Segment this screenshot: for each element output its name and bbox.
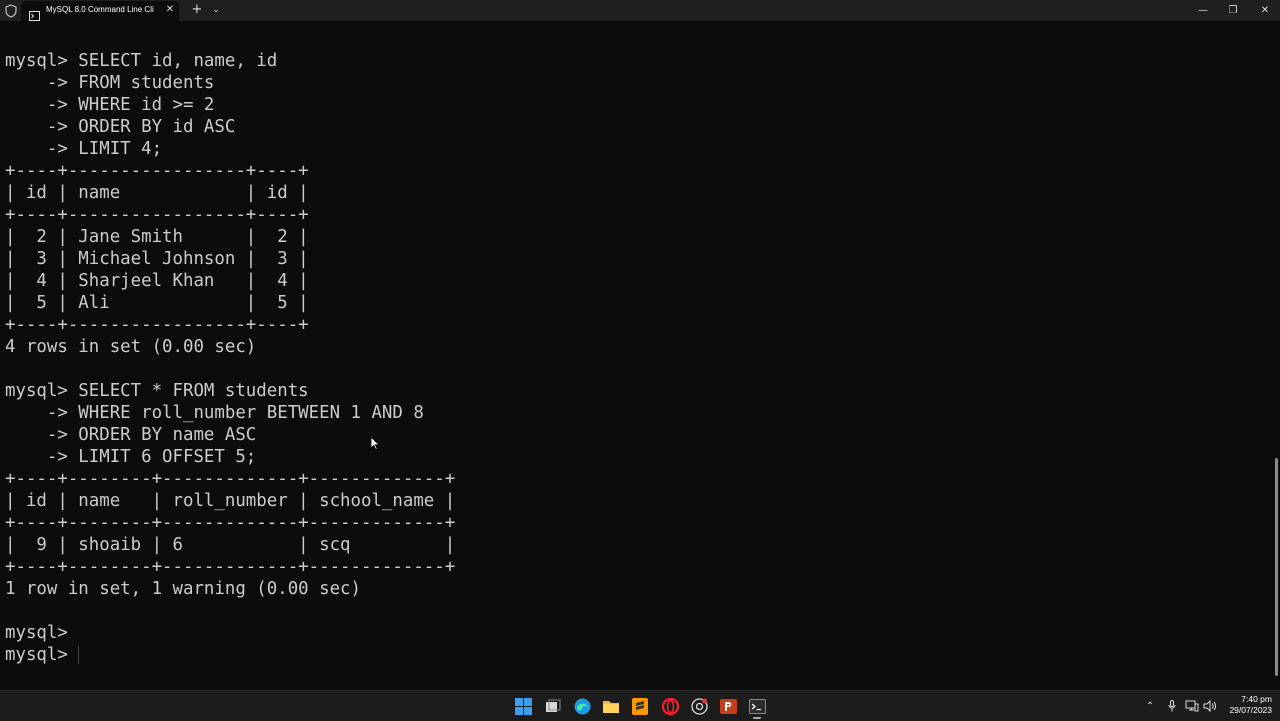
opera-button[interactable] [660,696,680,716]
table-border: +----+-----------------+----+ [5,315,309,335]
table-header: | id | name | roll_number | school_name … [5,491,456,511]
powerpoint-button[interactable] [718,696,738,716]
title-bar: MySQL 8.0 Command Line Cli ✕ + ⌄ — ❐ ✕ [0,0,1280,21]
console-line: -> WHERE roll_number BETWEEN 1 AND 8 [5,403,424,423]
console-line: -> ORDER BY id ASC [5,117,236,137]
table-border: +----+-----------------+----+ [5,161,309,181]
file-explorer-button[interactable] [601,696,621,716]
shield-icon[interactable] [4,3,18,18]
result-summary: 4 rows in set (0.00 sec) [5,337,257,357]
start-button[interactable] [513,696,533,716]
tab-title: MySQL 8.0 Command Line Cli [46,5,154,14]
console-line: -> LIMIT 6 OFFSET 5; [5,447,257,467]
table-row: | 9 | shoaib | 6 | scq | [5,535,456,555]
close-window-button[interactable]: ✕ [1250,0,1280,21]
sublime-icon [632,697,648,715]
tab-mysql-cli[interactable]: MySQL 8.0 Command Line Cli ✕ [21,1,179,21]
opera-icon [661,697,679,715]
task-view-icon [545,699,562,714]
clock[interactable]: 7:40 pm 29/07/2023 [1222,694,1272,718]
result-summary: 1 row in set, 1 warning (0.00 sec) [5,579,361,599]
console-line: mysql> SELECT * FROM students [5,381,309,401]
console-line: -> FROM students [5,73,215,93]
mouse-pointer-icon [370,435,380,450]
active-app-indicator [753,717,761,719]
console-line: -> ORDER BY name ASC [5,425,257,445]
table-border: +----+--------+-------------+-----------… [5,557,456,577]
terminal-icon [748,698,766,714]
new-tab-button[interactable]: + [190,2,204,18]
network-icon[interactable] [1185,699,1199,713]
console-line: -> LIMIT 4; [5,139,163,159]
microphone-icon[interactable] [1165,699,1179,713]
sublime-text-button[interactable] [630,696,650,716]
prompt-line: mysql> [5,623,68,643]
table-row: | 3 | Michael Johnson | 3 | [5,249,309,269]
table-row: | 5 | Ali | 5 | [5,293,309,313]
powerpoint-icon [719,698,737,715]
speaker-icon[interactable] [1203,699,1217,713]
active-prompt-line[interactable]: mysql> [5,644,1265,666]
table-row: | 2 | Jane Smith | 2 | [5,227,309,247]
chrome-icon [690,697,708,715]
close-tab-icon[interactable]: ✕ [164,4,176,16]
console-output[interactable]: mysql> SELECT id, name, id -> FROM stude… [5,50,1265,690]
clock-time: 7:40 pm [1241,694,1272,704]
maximize-button[interactable]: ❐ [1218,0,1248,21]
table-border: +----+-----------------+----+ [5,205,309,225]
table-border: +----+--------+-------------+-----------… [5,469,456,489]
scrollbar-thumb[interactable] [1275,458,1278,676]
windows-logo-icon [514,697,532,715]
text-cursor [78,646,80,664]
console-line: mysql> SELECT id, name, id [5,51,278,71]
taskbar: ⌃ 7:40 pm 29/07/2023 [0,690,1280,721]
table-header: | id | name | id | [5,183,309,203]
console-line: -> WHERE id >= 2 [5,95,215,115]
minimize-button[interactable]: — [1188,0,1218,21]
prompt-text: mysql> [5,645,79,665]
task-view-button[interactable] [543,696,563,716]
edge-button[interactable] [572,696,592,716]
table-row: | 4 | Sharjeel Khan | 4 | [5,271,309,291]
terminal-button[interactable] [747,696,767,716]
console-app-icon [29,6,40,21]
chrome-button[interactable] [689,696,709,716]
folder-icon [602,699,620,714]
show-hidden-icons-chevron-icon[interactable]: ⌃ [1143,699,1157,713]
edge-icon [574,698,591,715]
table-border: +----+--------+-------------+-----------… [5,513,456,533]
tab-dropdown-button[interactable]: ⌄ [210,2,222,18]
clock-date: 29/07/2023 [1229,705,1272,715]
